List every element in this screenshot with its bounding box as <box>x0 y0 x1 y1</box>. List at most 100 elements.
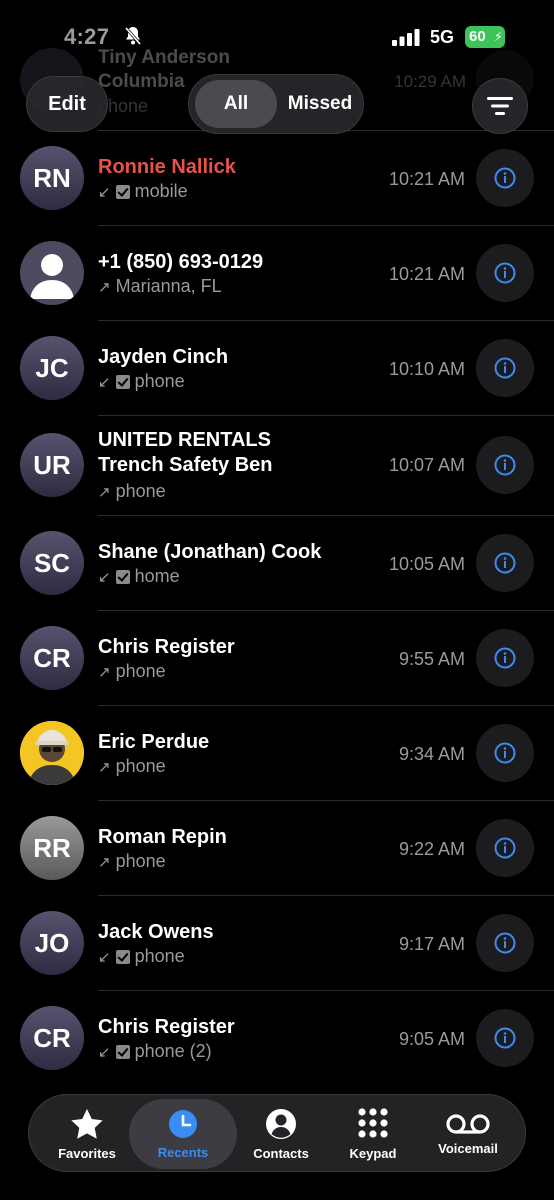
info-button[interactable] <box>476 436 534 494</box>
contact-name: Ronnie Nallick <box>98 156 236 178</box>
call-detail: ↗ Marianna, FL <box>98 276 222 296</box>
clock-icon <box>169 1109 197 1138</box>
call-time: 9:55 AM <box>398 649 465 669</box>
call-row[interactable]: CR Chris Register ↙ phone (2) 9:05 AM <box>0 990 554 1085</box>
info-button[interactable] <box>476 914 534 972</box>
recents-filter-segmented-control: All Missed <box>188 74 364 134</box>
info-icon <box>494 167 516 189</box>
info-icon <box>494 454 516 476</box>
segment-all[interactable]: All <box>195 80 277 128</box>
outgoing-call-icon: ↗ <box>98 663 111 681</box>
filter-icon <box>487 97 513 115</box>
outgoing-call-icon: ↗ <box>98 278 111 296</box>
info-icon <box>494 552 516 574</box>
incoming-call-icon: ↙ <box>98 373 111 391</box>
info-button[interactable] <box>476 724 534 782</box>
row-divider <box>98 895 554 896</box>
info-icon <box>494 262 516 284</box>
info-button[interactable] <box>476 629 534 687</box>
avatar: RR <box>20 816 84 880</box>
row-divider <box>98 610 554 611</box>
tab-voicemail[interactable]: Voicemail <box>423 1095 513 1173</box>
row-divider <box>98 415 554 416</box>
star-icon <box>71 1108 103 1139</box>
avatar: CR <box>20 1006 84 1070</box>
info-button[interactable] <box>476 149 534 207</box>
call-row[interactable]: SC Shane (Jonathan) Cook ↙ home 10:05 AM <box>0 515 554 610</box>
row-divider <box>98 515 554 516</box>
call-row[interactable]: RR Roman Repin ↗ phone 9:22 AM <box>0 800 554 895</box>
avatar: CR <box>20 626 84 690</box>
verified-icon <box>115 949 130 964</box>
network-type: 5G <box>430 27 455 47</box>
info-icon <box>494 647 516 669</box>
filter-button[interactable] <box>472 78 528 134</box>
contact-name: Shane (Jonathan) Cook <box>98 541 322 563</box>
outgoing-call-icon: ↗ <box>98 483 111 501</box>
row-divider <box>98 705 554 706</box>
incoming-call-icon: ↙ <box>98 1043 111 1061</box>
call-detail: ↗ phone <box>98 756 166 776</box>
tab-contacts[interactable]: Contacts <box>237 1095 325 1173</box>
tab-bar: Favorites Recents Contacts Keypad Voicem… <box>28 1094 526 1172</box>
row-divider <box>98 990 554 991</box>
segment-missed[interactable]: Missed <box>281 80 359 128</box>
call-time: 9:05 AM <box>398 1029 465 1049</box>
tab-favorites[interactable]: Favorites <box>43 1095 131 1173</box>
info-icon <box>494 357 516 379</box>
tab-recents[interactable]: Recents <box>135 1095 231 1173</box>
verified-icon <box>115 374 130 389</box>
call-row[interactable]: JO Jack Owens ↙ phone 9:17 AM <box>0 895 554 990</box>
avatar: RN <box>20 146 84 210</box>
contact-name: Eric Perdue <box>98 731 210 753</box>
contact-name: Chris Register <box>98 636 235 658</box>
status-bar: 4:27 5G 60 ⚡ <box>0 0 554 72</box>
keypad-icon <box>358 1107 388 1138</box>
battery-level: 60 <box>469 28 486 45</box>
info-button[interactable] <box>476 244 534 302</box>
call-time: 10:29 AM <box>394 72 466 91</box>
info-icon <box>494 1027 516 1049</box>
call-row[interactable]: Eric Perdue ↗ phone 9:34 AM <box>0 705 554 800</box>
info-icon <box>494 837 516 859</box>
edit-button[interactable]: Edit <box>26 76 108 132</box>
call-time: 10:10 AM <box>388 359 465 379</box>
row-divider <box>98 320 554 321</box>
call-detail: ↙ phone <box>98 946 185 966</box>
verified-icon <box>115 1044 130 1059</box>
call-detail: ↙ phone <box>98 371 185 391</box>
recents-list: RN Ronnie Nallick ↙ mobile 10:21 AM +1 (8… <box>0 130 554 1085</box>
person-circle-icon <box>266 1108 296 1139</box>
avatar-photo <box>20 721 84 785</box>
contact-name: Jayden Cinch <box>98 346 229 368</box>
tab-keypad[interactable]: Keypad <box>329 1095 417 1173</box>
verified-icon <box>115 569 130 584</box>
call-row[interactable]: JC Jayden Cinch ↙ phone 10:10 AM <box>0 320 554 415</box>
incoming-call-icon: ↙ <box>98 183 111 201</box>
info-icon <box>494 932 516 954</box>
call-detail: ↙ home <box>98 566 180 586</box>
row-divider <box>98 225 554 226</box>
call-time: 9:17 AM <box>398 934 465 954</box>
call-detail: ↙ mobile <box>98 181 188 201</box>
info-button[interactable] <box>476 339 534 397</box>
incoming-call-icon: ↙ <box>98 568 111 586</box>
call-row[interactable]: RN Ronnie Nallick ↙ mobile 10:21 AM <box>0 130 554 225</box>
info-icon <box>494 742 516 764</box>
call-row[interactable]: UR UNITED RENTALS Trench Safety Ben ↗ pho… <box>0 415 554 515</box>
info-button[interactable] <box>476 1009 534 1067</box>
contact-photo-icon <box>20 721 84 785</box>
call-row[interactable]: +1 (850) 693-0129 ↗ Marianna, FL 10:21 AM <box>0 225 554 320</box>
call-time: 10:05 AM <box>388 554 465 574</box>
avatar: JC <box>20 336 84 400</box>
call-time: 10:07 AM <box>388 455 465 475</box>
info-button[interactable] <box>476 819 534 877</box>
call-row[interactable]: CR Chris Register ↗ phone 9:55 AM <box>0 610 554 705</box>
call-detail: ↙ phone (2) <box>98 1041 212 1061</box>
contact-name: UNITED RENTALS Trench Safety Ben <box>98 429 273 476</box>
bell-slash-icon <box>124 26 142 51</box>
call-time: 10:21 AM <box>388 264 465 284</box>
call-time: 10:21 AM <box>388 169 465 189</box>
row-divider <box>98 800 554 801</box>
info-button[interactable] <box>476 534 534 592</box>
